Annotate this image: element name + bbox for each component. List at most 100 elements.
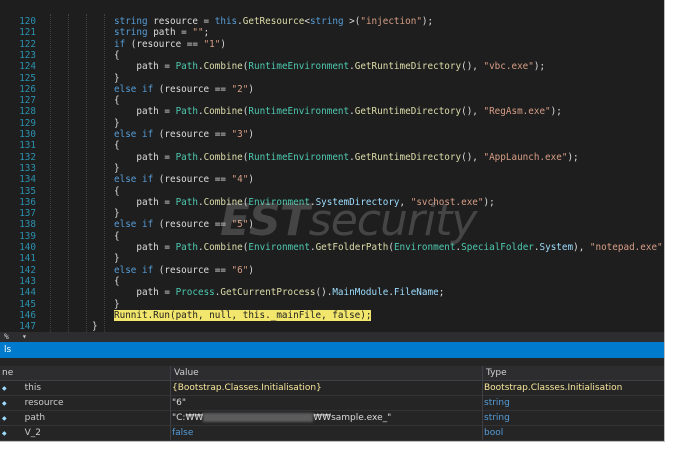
indent-guide	[86, 14, 87, 332]
line-number: 122	[19, 38, 36, 50]
line-number: 123	[19, 49, 36, 61]
field-icon: ◆	[2, 385, 7, 392]
code-line[interactable]: 144 path = Process.GetCurrentProcess().M…	[0, 287, 664, 298]
local-type: string	[484, 413, 510, 423]
column-divider[interactable]	[170, 366, 171, 441]
code-text: else if (resource == "2")	[114, 83, 254, 95]
local-value[interactable]: false	[172, 426, 193, 440]
code-line[interactable]: 121 string path = "";	[0, 27, 664, 38]
ide-window: 120 string resource = this.GetResource<st…	[0, 0, 665, 442]
indent-guide	[104, 14, 105, 332]
code-line[interactable]: 130 else if (resource == "3")	[0, 129, 664, 140]
locals-window: ls ne Value Type ◆ this {Bootstrap.Classes…	[0, 342, 664, 441]
code-text: else if (resource == "4")	[114, 174, 254, 186]
line-number: 134	[19, 174, 36, 186]
line-number: 138	[19, 219, 36, 231]
table-row[interactable]: ◆ path "C:₩₩ ₩₩sample.exe_" string	[0, 411, 664, 426]
code-text: string resource = this.GetResource<strin…	[114, 16, 434, 27]
line-number: 121	[19, 27, 36, 39]
code-line[interactable]: 143 {	[0, 276, 664, 287]
local-type: Bootstrap.Classes.Initialisation	[484, 383, 623, 393]
code-line[interactable]: 123 {	[0, 50, 664, 61]
code-text: path = Process.GetCurrentProcess().MainM…	[114, 287, 445, 299]
column-divider[interactable]	[482, 366, 483, 441]
code-line[interactable]: 145}	[0, 299, 664, 310]
local-name: ◆ this	[2, 383, 42, 393]
zoom-level[interactable]: %	[4, 332, 9, 342]
code-line[interactable]: 126 else if (resource == "2")	[0, 84, 664, 95]
code-text: else if (resource == "6")	[114, 264, 254, 276]
code-text: if (resource == "1")	[114, 38, 226, 50]
local-name: ◆ V_2	[2, 428, 42, 438]
code-text: }	[114, 117, 120, 129]
line-number: 131	[19, 140, 36, 152]
code-line[interactable]: 125}	[0, 73, 664, 84]
indent-guide	[50, 14, 51, 332]
local-type: bool	[484, 428, 504, 438]
code-text: string path = "";	[114, 27, 210, 39]
column-name[interactable]: ne	[2, 366, 13, 380]
code-line[interactable]: 122 if (resource == "1")	[0, 39, 664, 50]
code-line[interactable]: 131 {	[0, 140, 664, 151]
line-number: 125	[19, 72, 36, 84]
code-line[interactable]: 134 else if (resource == "4")	[0, 174, 664, 185]
code-text: {	[114, 275, 120, 287]
line-number: 144	[19, 287, 36, 299]
indent-guide	[68, 14, 69, 332]
code-line[interactable]: 128 path = Path.Combine(RuntimeEnvironme…	[0, 106, 664, 117]
local-value[interactable]: "C:₩₩ ₩₩sample.exe_"	[172, 411, 391, 425]
local-name: ◆ path	[2, 413, 46, 423]
line-number: 124	[19, 61, 36, 73]
line-number: 128	[19, 106, 36, 118]
locals-column-header: ne Value Type	[0, 366, 664, 381]
code-text: {	[114, 185, 120, 197]
line-number: 137	[19, 208, 36, 220]
code-line[interactable]: 127 {	[0, 95, 664, 106]
code-editor[interactable]: 120 string resource = this.GetResource<st…	[0, 14, 664, 332]
code-line[interactable]: 120 string resource = this.GetResource<st…	[0, 16, 664, 27]
line-number: 147	[19, 321, 36, 332]
code-line[interactable]: 147}	[0, 321, 664, 332]
redacted-block	[203, 413, 314, 422]
line-number: 136	[19, 196, 36, 208]
code-text: {	[114, 140, 120, 152]
code-text: path = Path.Combine(RuntimeEnvironment.G…	[114, 61, 546, 73]
editor-status-bar: % ▾	[0, 332, 664, 342]
line-number: 141	[19, 253, 36, 265]
local-name: ◆ resource	[2, 398, 64, 408]
locals-title: ls	[0, 342, 664, 358]
code-line[interactable]: 132 path = Path.Combine(RuntimeEnvironme…	[0, 152, 664, 163]
code-text: {	[114, 95, 120, 107]
code-line[interactable]: 133}	[0, 163, 664, 174]
code-text: path = Path.Combine(RuntimeEnvironment.G…	[114, 151, 579, 163]
code-text: {	[114, 230, 120, 242]
table-row[interactable]: ◆ this {Bootstrap.Classes.Initialisation} B…	[0, 381, 664, 396]
line-number: 135	[19, 185, 36, 197]
line-number: 143	[19, 275, 36, 287]
code-line[interactable]: 124 path = Path.Combine(RuntimeEnvironme…	[0, 61, 664, 72]
line-number: 139	[19, 230, 36, 242]
local-value[interactable]: {Bootstrap.Classes.Initialisation}	[172, 381, 322, 395]
table-row[interactable]: ◆ resource "6" string	[0, 396, 664, 411]
line-number: 146	[19, 309, 36, 321]
line-number: 140	[19, 242, 36, 253]
column-type[interactable]: Type	[486, 366, 507, 380]
code-line[interactable]: 142 else if (resource == "6")	[0, 265, 664, 276]
code-line[interactable]: 129}	[0, 118, 664, 129]
code-text: }	[114, 253, 120, 265]
local-value[interactable]: "6"	[172, 396, 186, 410]
table-row[interactable]: ◆ V_2 false bool	[0, 426, 664, 441]
code-text: path = Path.Combine(RuntimeEnvironment.G…	[114, 106, 562, 118]
chevron-down-icon[interactable]: ▾	[22, 332, 27, 342]
line-number: 130	[19, 129, 36, 140]
line-number: 133	[19, 162, 36, 174]
code-line[interactable]: 141}	[0, 253, 664, 264]
field-icon: ◆	[2, 430, 7, 437]
code-text: }	[114, 208, 120, 220]
local-type: string	[484, 398, 510, 408]
code-line[interactable]: 146 Runnit.Run(path, null, this._mainFile…	[0, 309, 664, 321]
column-value[interactable]: Value	[174, 366, 199, 380]
code-text: }	[114, 72, 120, 84]
code-text: else if (resource == "3")	[114, 129, 254, 140]
line-number: 120	[19, 16, 36, 27]
